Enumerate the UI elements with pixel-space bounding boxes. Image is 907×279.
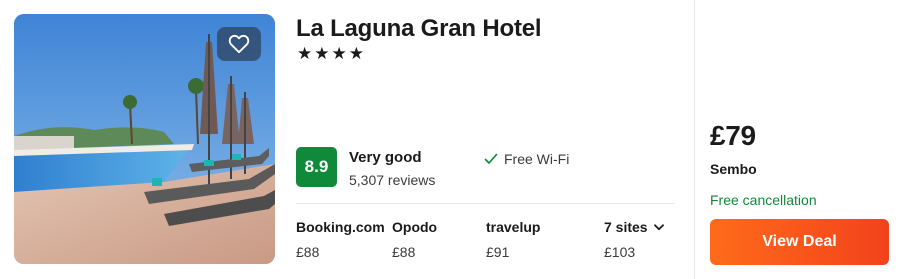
site-price: £88 bbox=[392, 244, 416, 260]
check-icon bbox=[484, 153, 498, 164]
free-cancellation-label: Free cancellation bbox=[710, 192, 817, 208]
amenity-free-wifi: Free Wi-Fi bbox=[484, 151, 569, 167]
amenity-label: Free Wi-Fi bbox=[504, 151, 570, 167]
heart-outline-icon bbox=[228, 34, 250, 54]
review-score-badge: 8.9 bbox=[296, 147, 337, 187]
site-name: Booking.com bbox=[296, 219, 385, 235]
site-name: travelup bbox=[486, 219, 541, 235]
site-offer-opodo[interactable]: Opodo £88 bbox=[392, 219, 437, 260]
section-divider bbox=[296, 203, 674, 204]
site-price: £91 bbox=[486, 244, 510, 260]
star-rating: ★★★★ bbox=[297, 44, 366, 63]
hotel-name[interactable]: La Laguna Gran Hotel bbox=[296, 15, 542, 43]
site-offer-booking[interactable]: Booking.com £88 bbox=[296, 219, 385, 260]
site-offer-travelup[interactable]: travelup £91 bbox=[486, 219, 540, 260]
hotel-result-card: La Laguna Gran Hotel ★★★★ 8.9 Very good … bbox=[0, 0, 907, 279]
favorite-button[interactable] bbox=[217, 27, 261, 61]
more-sites-dropdown[interactable]: 7 sites £103 bbox=[604, 219, 664, 260]
view-deal-button[interactable]: View Deal bbox=[710, 219, 889, 265]
more-sites-price: £103 bbox=[604, 244, 636, 260]
column-divider bbox=[694, 0, 695, 279]
review-count[interactable]: 5,307 reviews bbox=[349, 172, 435, 188]
deal-price: £79 bbox=[710, 120, 756, 151]
deal-provider: Sembo bbox=[710, 161, 757, 177]
site-name: Opodo bbox=[392, 219, 438, 235]
site-price: £88 bbox=[296, 244, 320, 260]
more-sites-label: 7 sites bbox=[604, 219, 648, 235]
chevron-down-icon bbox=[653, 223, 664, 230]
rating-label: Very good bbox=[349, 149, 422, 166]
